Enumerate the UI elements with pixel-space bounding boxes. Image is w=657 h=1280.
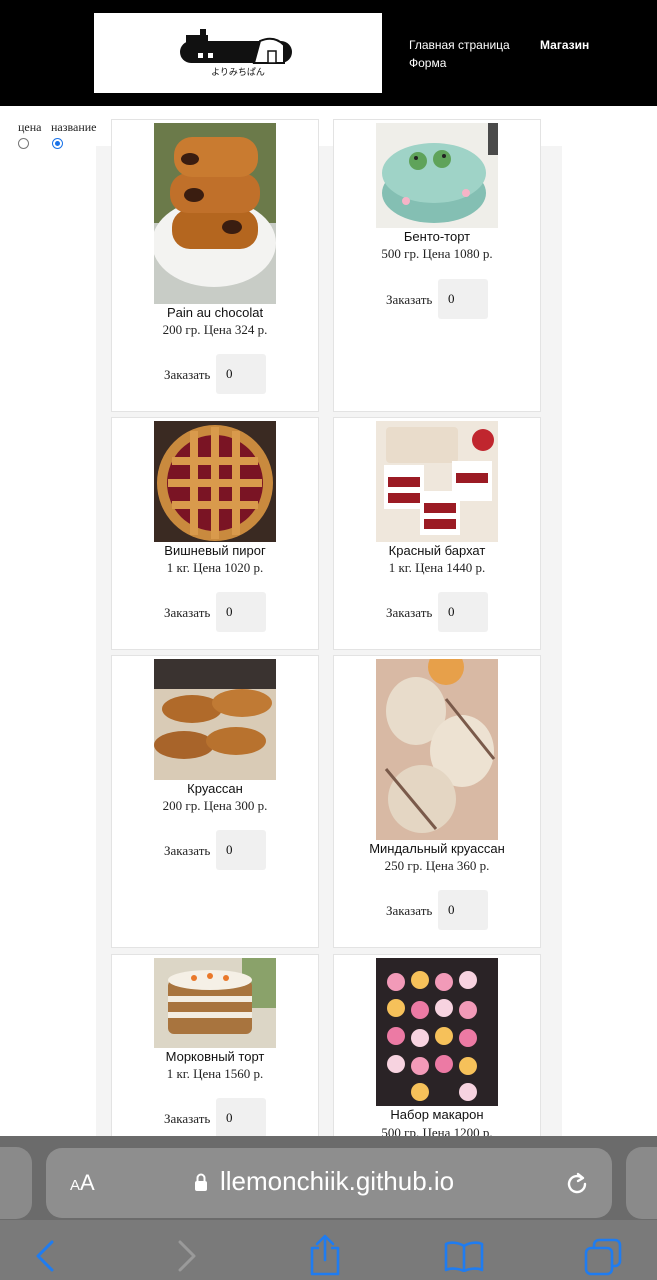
product-info: 250 гр. Цена 360 р.: [384, 858, 490, 873]
product-name: Вишневый пирог: [164, 543, 266, 558]
sort-price-radio[interactable]: [18, 138, 29, 149]
order-label: Заказать: [386, 605, 433, 620]
quantity-input[interactable]: 0: [216, 592, 266, 632]
sort-price-label: цена: [18, 120, 42, 134]
nav-form-link[interactable]: Форма: [409, 54, 446, 72]
product-card: Pain au chocolat 200 гр. Цена 324 р. Зак…: [111, 119, 319, 412]
sort-name-radio[interactable]: [52, 138, 63, 149]
share-icon[interactable]: [308, 1234, 342, 1276]
product-card: Миндальный круассан 250 гр. Цена 360 р. …: [333, 655, 541, 948]
url-text[interactable]: llemonchiik.github.io: [220, 1166, 454, 1197]
nav-home-link[interactable]: Главная страница: [409, 36, 510, 54]
order-label: Заказать: [164, 367, 211, 382]
product-image-almond-croissant: [376, 659, 498, 840]
product-image-cherry-pie: [154, 421, 276, 542]
product-card: Красный бархат 1 кг. Цена 1440 р. Заказа…: [333, 417, 541, 650]
forward-arrow-icon[interactable]: [176, 1238, 198, 1274]
previous-tab-peek[interactable]: [0, 1147, 32, 1219]
product-name: Набор макарон: [390, 1107, 484, 1122]
product-image-bento-cake: [376, 123, 498, 228]
order-label: Заказать: [386, 903, 433, 918]
product-card: Набор макарон 500 гр. Цена 1200 р.: [333, 954, 541, 1154]
quantity-input[interactable]: 0: [216, 1098, 266, 1138]
product-image-carrot-cake: [154, 958, 276, 1048]
product-info: 500 гр. Цена 1080 р.: [381, 246, 493, 261]
site-logo[interactable]: よりみちぱん: [94, 13, 382, 93]
product-card: Бенто-торт 500 гр. Цена 1080 р. Заказать…: [333, 119, 541, 412]
quantity-input[interactable]: 0: [216, 830, 266, 870]
back-arrow-icon[interactable]: [34, 1238, 56, 1274]
sort-name-label: название: [51, 120, 97, 134]
product-image-red-velvet: [376, 421, 498, 542]
product-card: Вишневый пирог 1 кг. Цена 1020 р. Заказа…: [111, 417, 319, 650]
quantity-input[interactable]: 0: [438, 279, 488, 319]
lock-icon: [195, 1173, 207, 1191]
product-name: Круассан: [187, 781, 243, 796]
next-tab-peek[interactable]: [626, 1147, 657, 1219]
product-name: Морковный торт: [165, 1049, 265, 1064]
product-image-macaron-set: [376, 958, 498, 1106]
product-info: 1 кг. Цена 1020 р.: [166, 560, 264, 575]
product-name: Бенто-торт: [403, 229, 471, 244]
order-label: Заказать: [164, 843, 211, 858]
tabs-icon[interactable]: [584, 1238, 622, 1276]
product-image-pain-au-chocolat: [154, 123, 276, 304]
product-info: 200 гр. Цена 300 р.: [162, 798, 268, 813]
nav-shop-link[interactable]: Магазин: [540, 36, 589, 54]
product-card: Круассан 200 гр. Цена 300 р. Заказать 0: [111, 655, 319, 948]
bookmarks-icon[interactable]: [444, 1240, 484, 1272]
bakery-logo-icon: よりみちぱん: [180, 29, 292, 78]
order-label: Заказать: [164, 605, 211, 620]
svg-text:よりみちぱん: よりみちぱん: [211, 67, 265, 78]
quantity-input[interactable]: 0: [438, 592, 488, 632]
quantity-input[interactable]: 0: [438, 890, 488, 930]
text-size-button[interactable]: AA: [70, 1170, 95, 1196]
product-name: Pain au chocolat: [166, 305, 264, 320]
product-name: Красный бархат: [388, 543, 486, 558]
site-header: よりみちぱん Главная страница Форма Магазин: [0, 0, 657, 106]
reload-icon[interactable]: [564, 1170, 590, 1198]
product-info: 1 кг. Цена 1440 р.: [388, 560, 486, 575]
product-image-croissant: [154, 659, 276, 780]
order-label: Заказать: [386, 292, 433, 307]
order-label: Заказать: [164, 1111, 211, 1126]
product-info: 200 гр. Цена 324 р.: [162, 322, 268, 337]
product-card: Морковный торт 1 кг. Цена 1560 р. Заказа…: [111, 954, 319, 1154]
product-info: 1 кг. Цена 1560 р.: [166, 1066, 264, 1081]
product-name: Миндальный круассан: [369, 841, 505, 856]
quantity-input[interactable]: 0: [216, 354, 266, 394]
